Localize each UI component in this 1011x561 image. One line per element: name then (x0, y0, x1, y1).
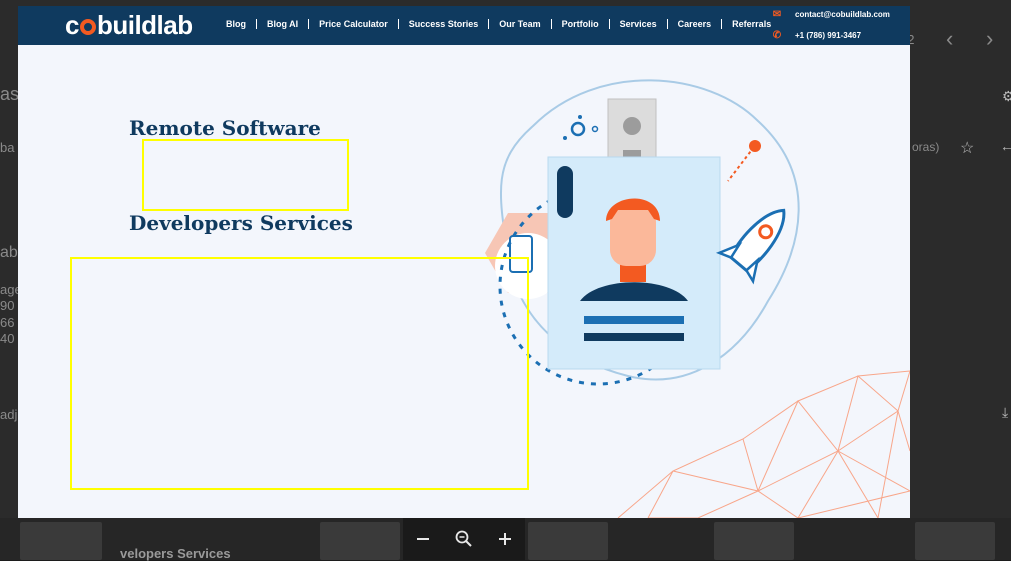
background-snippet: 66 (0, 315, 15, 330)
thumbnail[interactable] (320, 522, 400, 560)
highlight-box (70, 257, 529, 490)
logo[interactable]: c buildlab (65, 10, 193, 41)
thumbnail[interactable] (714, 522, 794, 560)
nav-divider (721, 19, 723, 29)
thumbnail-caption: velopers Services (120, 546, 231, 561)
background-snippet: ab (0, 244, 18, 261)
logo-ring-icon (79, 19, 96, 35)
nav-referrals[interactable]: Referrals (732, 19, 771, 29)
thumbnail[interactable] (528, 522, 608, 560)
card-strap-slot (557, 166, 573, 218)
email-text: contact@cobuildlab.com (795, 10, 890, 19)
background-snippet: ba (0, 140, 15, 155)
minus-icon[interactable] (407, 531, 439, 547)
chevron-right-icon[interactable]: › (986, 26, 993, 52)
highlight-box (142, 139, 349, 211)
hero-title-line1: Remote Software (129, 116, 321, 140)
nav-divider (308, 19, 310, 29)
lightbox-image: c buildlab Blog Blog AI Price Calculator … (18, 6, 910, 518)
site-header: c buildlab Blog Blog AI Price Calculator … (18, 6, 910, 45)
chevron-left-icon[interactable]: ‹ (946, 26, 953, 52)
person-face (610, 206, 656, 266)
logo-text: buildlab (96, 10, 193, 40)
card-line (584, 333, 684, 341)
bubble-icon (591, 125, 599, 133)
hero-title-line2: Developers Services (129, 211, 353, 235)
background-snippet: 90 (0, 298, 15, 313)
polygon-mesh (617, 370, 910, 518)
logo-text: c (65, 10, 79, 40)
nav-divider (550, 19, 552, 29)
zoom-toolbar (403, 518, 525, 560)
background-snippet: as (0, 84, 20, 104)
plus-icon[interactable] (489, 531, 521, 547)
background-snippet: adj (0, 407, 18, 422)
card-line (584, 316, 684, 324)
zoom-icon[interactable] (448, 530, 480, 548)
nav-divider (256, 19, 257, 29)
nav-divider (608, 19, 610, 29)
nav-careers[interactable]: Careers (678, 19, 712, 29)
thumbnail[interactable] (915, 522, 995, 560)
nav-divider (397, 19, 399, 29)
rocket-icon (715, 208, 786, 285)
contact-phone[interactable]: ✆ +1 (786) 991-3467 (770, 30, 861, 41)
background-snippet: 40 (0, 331, 15, 346)
settings-icon[interactable]: ⚙ (1002, 88, 1011, 105)
contact-email[interactable]: ✉ contact@cobuildlab.com (770, 9, 890, 20)
main-nav: Blog Blog AI Price Calculator Success St… (226, 19, 771, 29)
clip-hole (623, 117, 641, 135)
bubble-icon (563, 136, 567, 140)
mail-icon: ✉ (772, 9, 782, 20)
star-icon[interactable]: ☆ (960, 138, 974, 158)
nav-services[interactable]: Services (620, 19, 657, 29)
nav-divider (488, 19, 490, 29)
nav-success-stories[interactable]: Success Stories (409, 19, 479, 29)
nav-blog[interactable]: Blog (226, 19, 246, 29)
nav-divider (666, 19, 668, 29)
pin-dot (749, 140, 761, 152)
arrow-left-icon[interactable]: ← (1000, 138, 1011, 154)
phone-text: +1 (786) 991-3467 (795, 31, 862, 40)
thumbnail[interactable] (20, 522, 102, 560)
pin-line (727, 146, 755, 182)
nav-price-calculator[interactable]: Price Calculator (319, 19, 388, 29)
background-snippet: oras) (912, 140, 940, 154)
bubble-icon (578, 115, 582, 119)
nav-our-team[interactable]: Our Team (499, 19, 540, 29)
download-icon[interactable]: ⤓ (1002, 404, 1008, 421)
phone-icon: ✆ (772, 30, 782, 41)
nav-portfolio[interactable]: Portfolio (562, 19, 599, 29)
nav-blog-ai[interactable]: Blog AI (267, 19, 298, 29)
bubble-icon (570, 121, 586, 137)
